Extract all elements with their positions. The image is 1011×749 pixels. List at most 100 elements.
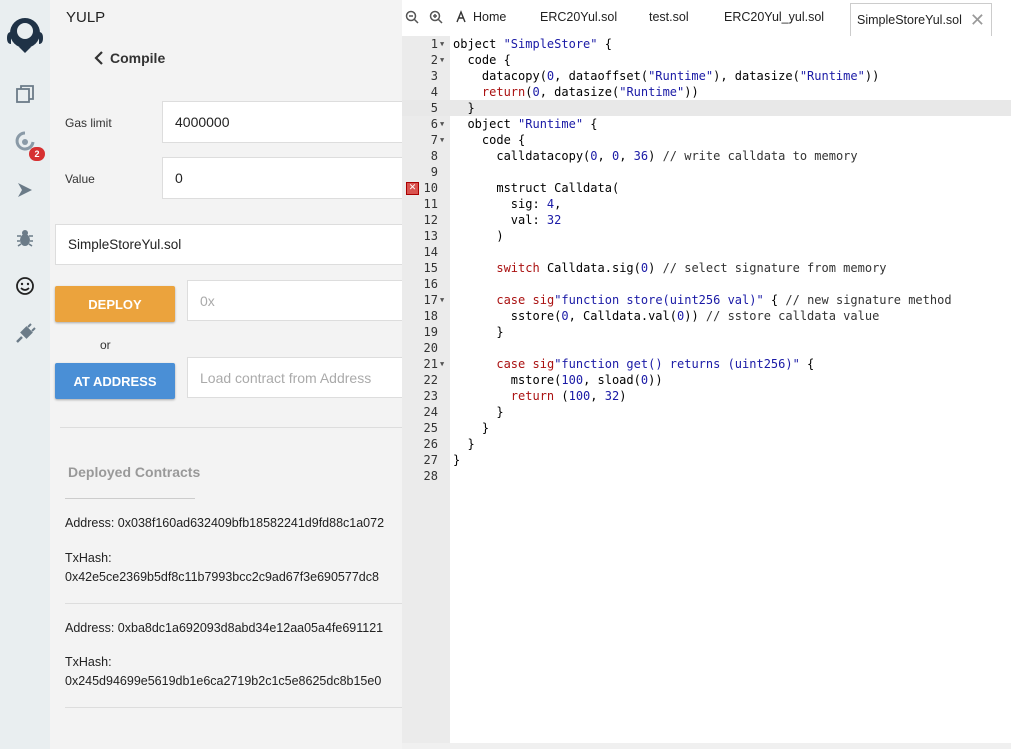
line-number: 26 — [423, 437, 438, 451]
tab-erc20yul[interactable]: ERC20Yul.sol — [540, 0, 617, 34]
remix-logo-icon[interactable] — [0, 14, 50, 54]
code-line[interactable]: 26 } — [402, 436, 1011, 452]
tab-home[interactable]: Home — [454, 0, 506, 34]
line-number: 13 — [423, 229, 438, 243]
tab-test[interactable]: test.sol — [649, 0, 689, 34]
horizontal-scrollbar[interactable] — [402, 743, 1011, 749]
contract-select[interactable]: SimpleStoreYul.sol — [55, 224, 402, 265]
code-text: } — [453, 437, 475, 451]
line-number: 28 — [423, 469, 438, 483]
gas-limit-input[interactable]: 4000000 — [162, 101, 402, 143]
line-number: 15 — [423, 261, 438, 275]
code-text: ) — [453, 229, 504, 243]
line-number: 21 — [423, 357, 438, 371]
at-address-input[interactable]: Load contract from Address — [187, 357, 402, 398]
line-number: 4 — [430, 85, 438, 99]
code-line[interactable]: 13 ) — [402, 228, 1011, 244]
code-line[interactable]: 28 — [402, 468, 1011, 484]
code-line[interactable]: 23 return (100, 32) — [402, 388, 1011, 404]
code-line[interactable]: 22 mstore(100, sload(0)) — [402, 372, 1011, 388]
code-line[interactable]: 3 datacopy(0, dataoffset("Runtime"), dat… — [402, 68, 1011, 84]
deploy-button[interactable]: DEPLOY — [55, 286, 175, 322]
fold-arrow-icon[interactable]: ▼ — [440, 132, 444, 148]
line-number: 11 — [423, 197, 438, 211]
tab-simplestoreyul-label: SimpleStoreYul.sol — [857, 13, 962, 27]
code-text: object "SimpleStore" { — [453, 37, 612, 51]
line-number: 25 — [423, 421, 438, 435]
deployed-address-1[interactable]: Address: 0x038f160ad632409bfb18582241d9f… — [65, 516, 384, 530]
fold-arrow-icon[interactable]: ▼ — [440, 36, 444, 52]
back-to-compile-button[interactable]: Compile — [94, 50, 165, 66]
code-text: datacopy(0, dataoffset("Runtime"), datas… — [453, 69, 880, 83]
line-number: 9 — [430, 165, 438, 179]
line-number: 10 — [423, 181, 438, 195]
code-line[interactable]: 27} — [402, 452, 1011, 468]
code-line[interactable]: 14 — [402, 244, 1011, 260]
code-line[interactable]: 5 } — [402, 100, 1011, 116]
code-line[interactable]: 17 ▼ case sig"function store(uint256 val)… — [402, 292, 1011, 308]
code-text: calldatacopy(0, 0, 36) // write calldata… — [453, 149, 858, 163]
deploy-args-input[interactable]: 0x — [187, 280, 402, 321]
line-number: 22 — [423, 373, 438, 387]
code-line[interactable]: 18 sstore(0, Calldata.val(0)) // sstore … — [402, 308, 1011, 324]
code-line[interactable]: 1 ▼ object "SimpleStore" { — [402, 36, 1011, 52]
line-number: 19 — [423, 325, 438, 339]
code-line[interactable]: 7 ▼ code { — [402, 132, 1011, 148]
code-line[interactable]: 16 — [402, 276, 1011, 292]
code-text: sstore(0, Calldata.val(0)) // sstore cal… — [453, 309, 880, 323]
code-line[interactable]: 9 — [402, 164, 1011, 180]
code-editor[interactable]: 1 ▼ object "SimpleStore" {2 ▼ code {3 datac… — [402, 36, 1011, 749]
code-text: val: 32 — [453, 213, 562, 227]
line-number: 14 — [423, 245, 438, 259]
divider — [65, 603, 402, 604]
tab-erc20yul-yul[interactable]: ERC20Yul_yul.sol — [724, 0, 824, 34]
back-label: Compile — [110, 50, 166, 66]
code-text: } — [453, 453, 461, 467]
deploy-run-icon[interactable] — [0, 172, 50, 208]
fold-arrow-icon[interactable]: ▼ — [440, 356, 444, 372]
line-number: 12 — [423, 213, 438, 227]
code-line[interactable]: 11 sig: 4, — [402, 196, 1011, 212]
at-address-button[interactable]: AT ADDRESS — [55, 363, 175, 399]
code-line[interactable]: 4 return(0, datasize("Runtime")) — [402, 84, 1011, 100]
fold-arrow-icon[interactable]: ▼ — [440, 292, 444, 308]
line-number: 24 — [423, 405, 438, 419]
code-line[interactable]: 24 } — [402, 404, 1011, 420]
deployed-address-2[interactable]: Address: 0xba8dc1a692093d8abd34e12aa05a4… — [65, 621, 383, 635]
code-line[interactable]: 15 switch Calldata.sig(0) // select sign… — [402, 260, 1011, 276]
divider — [60, 427, 402, 428]
code-line[interactable]: 12 val: 32 — [402, 212, 1011, 228]
code-line[interactable]: 19 } — [402, 324, 1011, 340]
code-line[interactable]: 2 ▼ code { — [402, 52, 1011, 68]
txhash-value-2[interactable]: 0x245d94699e5619db1e6ca2719b2c1c5e8625dc… — [65, 674, 381, 688]
fold-arrow-icon[interactable]: ▼ — [440, 116, 444, 132]
zoom-out-icon[interactable] — [405, 0, 419, 34]
code-line[interactable]: 21 ▼ case sig"function get() returns (uin… — [402, 356, 1011, 372]
code-text: switch Calldata.sig(0) // select signatu… — [496, 261, 887, 275]
line-number: 8 — [430, 149, 438, 163]
tab-simplestoreyul[interactable]: SimpleStoreYul.sol ✕ — [850, 3, 993, 36]
line-number: 5 — [430, 101, 438, 115]
panel-title: YULP — [66, 9, 106, 26]
value-input[interactable]: 0 — [162, 157, 402, 199]
code-text: return(0, datasize("Runtime")) — [481, 85, 699, 99]
code-line[interactable]: 20 — [402, 340, 1011, 356]
plugin-manager-icon[interactable] — [0, 316, 50, 352]
value-label: Value — [65, 172, 95, 186]
code-line[interactable]: 6 ▼ object "Runtime" { — [402, 116, 1011, 132]
zoom-in-icon[interactable] — [429, 0, 443, 34]
file-explorer-icon[interactable] — [0, 76, 50, 112]
code-line[interactable]: ✕ 10 mstruct Calldata( — [402, 180, 1011, 196]
close-tab-icon[interactable]: ✕ — [970, 11, 985, 29]
divider — [65, 498, 195, 499]
smiley-plugin-icon[interactable] — [0, 268, 50, 304]
debugger-icon[interactable] — [0, 220, 50, 256]
fold-arrow-icon[interactable]: ▼ — [440, 52, 444, 68]
code-line[interactable]: 8 calldatacopy(0, 0, 36) // write callda… — [402, 148, 1011, 164]
txhash-value-1[interactable]: 0x42e5ce2369b5df8c11b7993bcc2c9ad67f3e69… — [65, 570, 379, 584]
line-number: 7 — [430, 133, 438, 147]
line-number: 3 — [430, 69, 438, 83]
code-text: case sig"function store(uint256 val)" { … — [496, 293, 952, 307]
plugin-panel: YULP Compile Gas limit 4000000 Value 0 S… — [50, 0, 402, 749]
code-line[interactable]: 25 } — [402, 420, 1011, 436]
